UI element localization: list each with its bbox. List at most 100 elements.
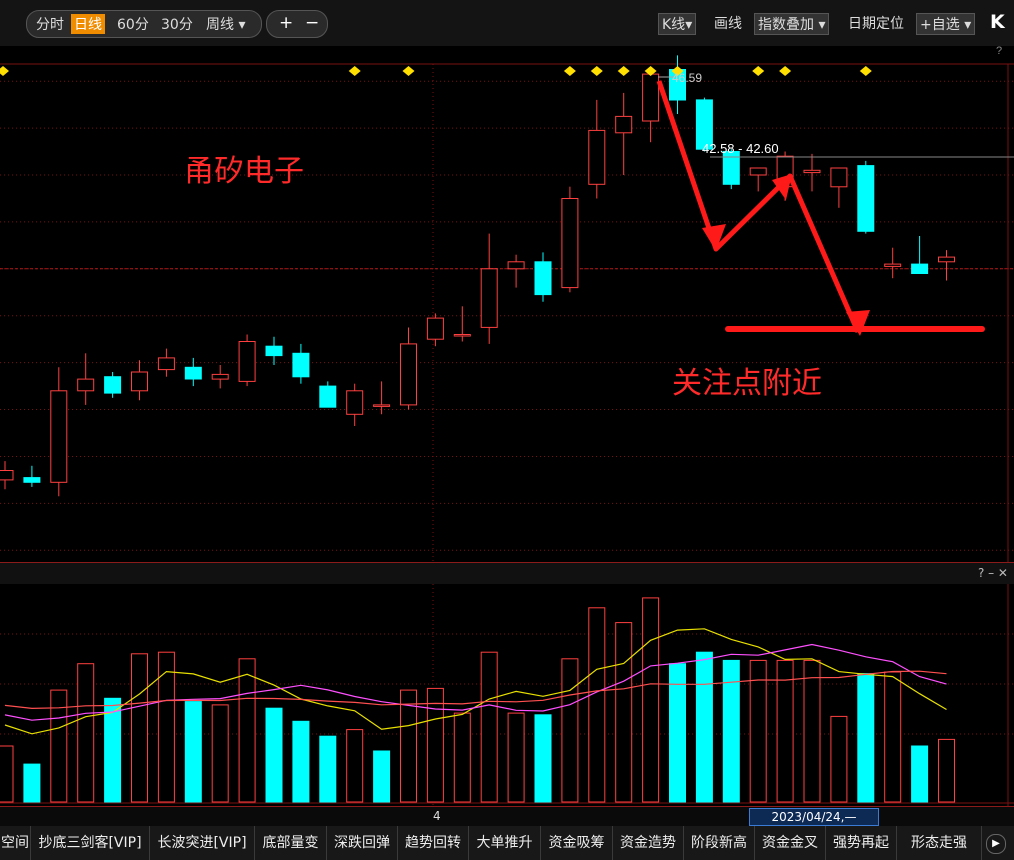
- candle-body: [104, 376, 122, 394]
- volume-bar: [23, 763, 41, 803]
- volume-bar: [561, 658, 579, 803]
- tab-long-wave-breakthrough[interactable]: 长波突进[VIP]: [150, 826, 255, 860]
- candle-body: [373, 404, 391, 407]
- chevron-down-icon: ▾: [238, 17, 246, 33]
- candle-body: [749, 167, 767, 176]
- volume-bar: [211, 704, 229, 803]
- tab-large-order-push[interactable]: 大单推升: [469, 826, 541, 860]
- focus-point-annotation: 关注点附近: [672, 366, 822, 401]
- panel-controls[interactable]: ? – ✕: [978, 566, 1008, 580]
- volume-bar: [0, 745, 14, 803]
- indicator-tabs: 空间 抄底三剑客[VIP] 长波突进[VIP] 底部量变 深跌回弹 趋势回转 大…: [0, 826, 1014, 860]
- volume-bar: [803, 659, 821, 803]
- date-axis: 4 2023/04/24,—: [0, 806, 1014, 827]
- volume-bar: [426, 687, 444, 803]
- index-overlay-label: 指数叠加: [758, 17, 814, 33]
- candle-body: [803, 169, 821, 174]
- tab-trend-reversal[interactable]: 趋势回转: [398, 826, 469, 860]
- period-daily[interactable]: 日线: [71, 14, 105, 34]
- candle-body: [615, 115, 633, 134]
- candle-body: [131, 371, 148, 392]
- index-overlay-dropdown[interactable]: 指数叠加 ▾: [754, 13, 830, 35]
- candle-body: [426, 317, 444, 340]
- candle-body: [184, 366, 202, 380]
- volume-bar: [749, 659, 767, 803]
- period-intraday[interactable]: 分时: [36, 14, 64, 34]
- candle-body: [292, 352, 310, 378]
- tab-strength-resurgence[interactable]: 强势再起: [826, 826, 897, 860]
- tab-fund-momentum[interactable]: 资金造势: [613, 826, 684, 860]
- volume-bar: [346, 729, 364, 803]
- kline-type-label: K线: [662, 17, 686, 33]
- period-weekly-dropdown[interactable]: 周线 ▾: [206, 14, 245, 34]
- volume-bar: [131, 653, 148, 803]
- candle-body: [884, 263, 902, 267]
- candle-body: [400, 343, 417, 406]
- volume-bar: [938, 738, 955, 803]
- period-30min[interactable]: 30分: [161, 14, 193, 34]
- volume-bar: [507, 712, 525, 803]
- add-watchlist-label: +自选: [920, 17, 960, 33]
- tab-pattern-strengthen[interactable]: 形态走强: [897, 826, 982, 860]
- volume-bar: [319, 735, 337, 803]
- candle-body: [588, 129, 606, 185]
- candle-body: [50, 390, 68, 483]
- tab-stage-new-high[interactable]: 阶段新高: [684, 826, 755, 860]
- candle-body: [319, 385, 337, 408]
- volume-bar: [857, 673, 875, 803]
- volume-bar: [588, 607, 606, 803]
- candle-body: [157, 357, 175, 371]
- candlestick-chart[interactable]: 46.59 42.58 - 42.60 ?: [0, 46, 1014, 562]
- volume-bar: [400, 689, 417, 803]
- candle-body: [0, 470, 14, 481]
- tabs-scroll-right-icon[interactable]: ▶: [986, 834, 1006, 854]
- volume-panel-header: ? – ✕: [0, 562, 1014, 585]
- period-weekly-label: 周线: [206, 17, 234, 33]
- volume-bar: [642, 597, 660, 803]
- candle-body: [534, 261, 552, 296]
- tab-bottom-volume-change[interactable]: 底部量变: [255, 826, 327, 860]
- candle-body: [346, 390, 364, 415]
- volume-bar: [373, 750, 391, 803]
- stock-name-annotation: 甬矽电子: [184, 154, 304, 189]
- toolbar: 分时 日线 60分 30分 周线 ▾ + − K线▾ 画线 指数叠加 ▾ 日期定…: [0, 0, 1014, 46]
- zoom-in-icon[interactable]: +: [279, 13, 293, 33]
- candle-body: [211, 373, 229, 380]
- candle-body: [938, 256, 955, 263]
- date-locate-button[interactable]: 日期定位: [845, 13, 907, 33]
- candle-body: [453, 334, 471, 337]
- volume-chart[interactable]: [0, 584, 1014, 806]
- volume-bar: [911, 745, 929, 803]
- candle-body: [561, 198, 579, 289]
- volume-bar: [776, 659, 794, 803]
- volume-bar: [534, 714, 552, 803]
- cursor-date-box: 2023/04/24,—: [749, 808, 879, 826]
- chevron-down-icon: ▾: [964, 17, 972, 33]
- tab-deep-drop-rebound[interactable]: 深跌回弹: [327, 826, 398, 860]
- kline-logo-icon[interactable]: K: [990, 11, 1005, 33]
- volume-bar: [615, 622, 633, 803]
- high-price-label: 46.59: [672, 71, 702, 85]
- price-range-label: 42.58 - 42.60: [702, 141, 779, 156]
- cursor-index-label: 4: [433, 809, 441, 823]
- draw-line-button[interactable]: 画线: [711, 13, 745, 33]
- tab-fund-golden-cross[interactable]: 资金金叉: [755, 826, 826, 860]
- chevron-down-icon: ▾: [818, 17, 826, 33]
- candle: [561, 186, 579, 293]
- tab-space[interactable]: 空间: [0, 826, 31, 860]
- tab-fund-accumulation[interactable]: 资金吸筹: [541, 826, 613, 860]
- period-60min[interactable]: 60分: [117, 14, 149, 34]
- kline-type-dropdown[interactable]: K线▾: [658, 13, 697, 35]
- volume-bar: [884, 671, 902, 803]
- add-watchlist-dropdown[interactable]: +自选 ▾: [916, 13, 976, 35]
- volume-bar: [453, 712, 471, 803]
- volume-bar: [184, 701, 202, 803]
- volume-bar: [265, 707, 283, 803]
- tab-bottom-three-swords[interactable]: 抄底三剑客[VIP]: [31, 826, 150, 860]
- chart-background: [0, 46, 1014, 562]
- help-icon[interactable]: ?: [996, 46, 1002, 57]
- candle-body: [911, 263, 929, 275]
- volume-bar: [830, 715, 848, 803]
- chevron-down-icon: ▾: [685, 17, 693, 33]
- zoom-out-icon[interactable]: −: [305, 13, 319, 33]
